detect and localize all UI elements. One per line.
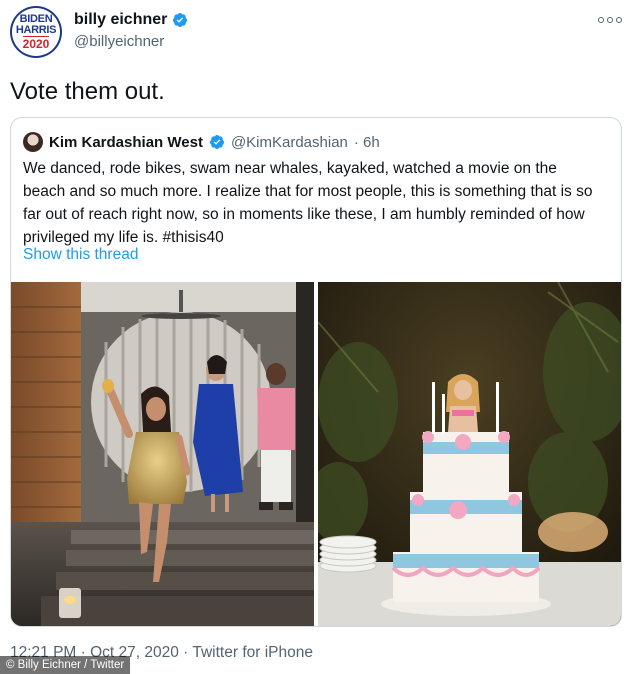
verified-badge-icon: [209, 135, 224, 149]
verified-badge-icon: [173, 13, 188, 27]
image-credit: © Billy Eichner / Twitter: [0, 656, 131, 674]
logo-line-2: HARRIS: [15, 24, 57, 36]
cake-photo-illustration: [318, 282, 621, 626]
quoted-handle[interactable]: @KimKardashian: [231, 134, 348, 151]
birthday-cake-photo[interactable]: [318, 282, 621, 626]
quoted-body: We danced, rode bikes, swam near whales,…: [23, 160, 593, 246]
logo-line-3: 2020: [22, 36, 50, 51]
quoted-display-name[interactable]: Kim Kardashian West: [49, 134, 203, 151]
show-thread-link[interactable]: Show this thread: [23, 246, 138, 264]
tweet-text: Vote them out.: [10, 78, 165, 105]
quoted-tweet[interactable]: Kim Kardashian West @KimKardashian · 6h …: [10, 117, 622, 627]
quoted-header: Kim Kardashian West @KimKardashian · 6h: [23, 132, 380, 152]
party-photo[interactable]: [11, 282, 314, 626]
author-display-name[interactable]: billy eichner: [74, 11, 167, 29]
author-handle[interactable]: @billyeichner: [74, 33, 164, 50]
campaign-logo: BIDEN HARRIS 2020: [12, 8, 60, 56]
author-avatar[interactable]: BIDEN HARRIS 2020: [10, 6, 62, 58]
author-name-row[interactable]: billy eichner: [74, 11, 188, 29]
quoted-avatar[interactable]: [23, 132, 43, 152]
quoted-time[interactable]: · 6h: [354, 134, 380, 151]
party-photo-illustration: [11, 282, 314, 626]
more-options-icon[interactable]: [598, 12, 622, 28]
